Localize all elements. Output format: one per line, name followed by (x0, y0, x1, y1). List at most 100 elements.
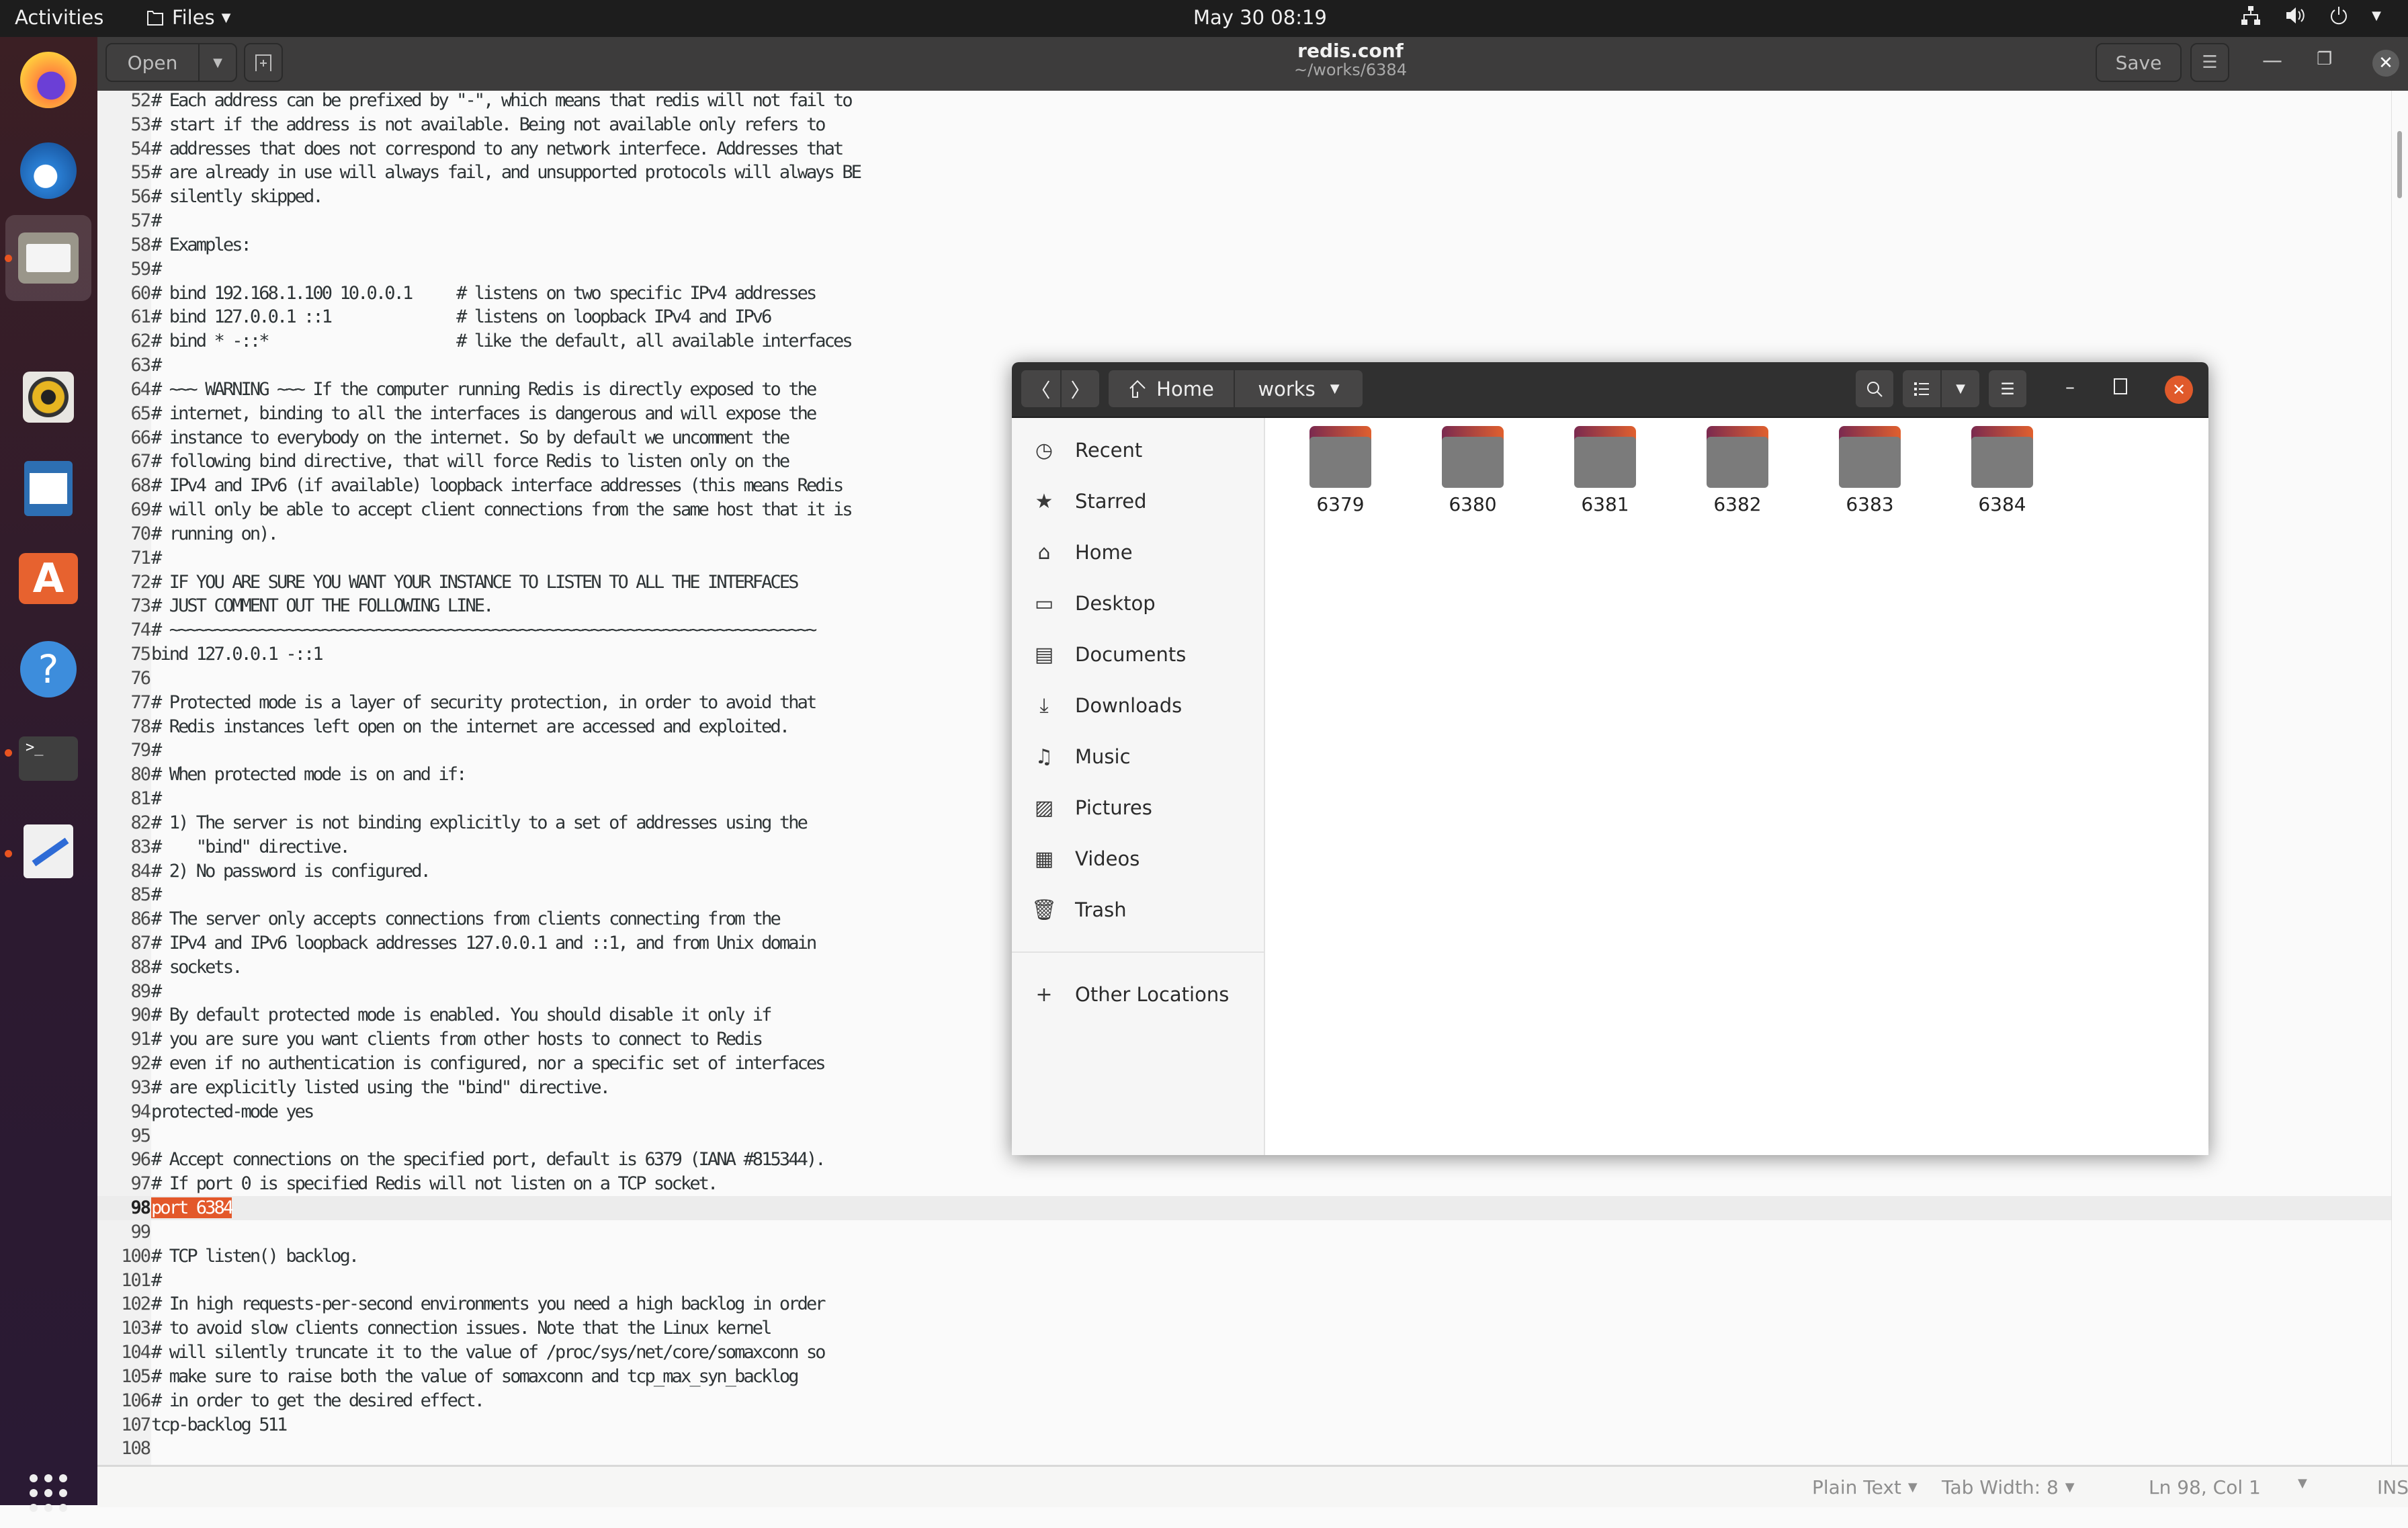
close-button[interactable]: ✕ (2372, 50, 2399, 77)
line-number: 67 (130, 451, 151, 472)
sidebar-item-documents[interactable]: ▤ Documents (1012, 629, 1264, 680)
app-menu[interactable]: Files ▼ (145, 6, 230, 29)
code-line[interactable]: 53# start if the address is not availabl… (97, 113, 2392, 137)
line-text: # will only be able to accept client con… (151, 499, 853, 521)
code-line[interactable]: 99 (97, 1220, 2392, 1244)
search-button[interactable] (1856, 370, 1893, 407)
line-number: 77 (130, 691, 151, 713)
folder-item[interactable]: 6380 (1419, 426, 1526, 515)
sidebar-item-recent[interactable]: ◷ Recent (1012, 425, 1264, 476)
folder-item[interactable]: 6381 (1551, 426, 1659, 515)
sidebar-item-downloads[interactable]: ⤓ Downloads (1012, 680, 1264, 731)
line-text: # running on). (151, 523, 279, 544)
minimize-button[interactable]: — (2262, 49, 2282, 73)
view-list-button[interactable] (1903, 370, 1940, 407)
dock-ubuntu-software[interactable]: A (13, 544, 83, 613)
folder-item[interactable]: 6382 (1684, 426, 1791, 515)
open-button[interactable]: Open (105, 43, 200, 82)
cursor-position[interactable]: Ln 98, Col 1 (2149, 1476, 2261, 1498)
line-text: # even if no authentication is configure… (151, 1053, 826, 1074)
sidebar-item-pictures[interactable]: ▨ Pictures (1012, 782, 1264, 833)
new-tab-button[interactable] (244, 43, 283, 82)
sidebar-item-videos[interactable]: ▦ Videos (1012, 833, 1264, 884)
dock-thunderbird[interactable] (13, 136, 83, 206)
vertical-scrollbar[interactable] (2391, 91, 2408, 1465)
folder-item[interactable]: 6379 (1287, 426, 1394, 515)
code-line[interactable]: 107tcp-backlog 511 (97, 1413, 2392, 1437)
code-line[interactable]: 58# Examples: (97, 233, 2392, 257)
clock[interactable]: May 30 08:19 (1193, 6, 1327, 29)
language-selector[interactable]: Plain Text ▼ (1812, 1476, 1918, 1498)
files-maximize-button[interactable] (2114, 378, 2127, 394)
back-button[interactable]: 〈 (1021, 370, 1060, 407)
view-options-button[interactable]: ▼ (1942, 370, 1979, 407)
code-line[interactable]: 97# If port 0 is specified Redis will no… (97, 1172, 2392, 1196)
files-minimize-button[interactable]: – (2065, 376, 2075, 398)
sidebar-item-label: Desktop (1075, 592, 1156, 615)
code-line[interactable]: 102# In high requests-per-second environ… (97, 1292, 2392, 1316)
path-home[interactable]: Home (1109, 370, 1234, 407)
system-tray[interactable]: ▼ (2240, 5, 2381, 26)
code-line[interactable]: 56# silently skipped. (97, 185, 2392, 209)
sidebar-item-label: Pictures (1075, 796, 1152, 819)
code-line[interactable]: 105# make sure to raise both the value o… (97, 1365, 2392, 1389)
code-line[interactable]: 61# bind 127.0.0.1 ::1 # listens on loop… (97, 305, 2392, 329)
code-line[interactable]: 98port 6384 (97, 1196, 2392, 1220)
chevron-right-icon: 〉 (1070, 378, 1090, 402)
code-line[interactable]: 104# will silently truncate it to the va… (97, 1341, 2392, 1365)
code-line[interactable]: 106# in order to get the desired effect. (97, 1389, 2392, 1413)
position-menu[interactable]: ▼ (2298, 1476, 2307, 1490)
line-text: # are explicitly listed using the "bind"… (151, 1076, 611, 1098)
folder-icon (1309, 426, 1371, 488)
code-line[interactable]: 108 (97, 1437, 2392, 1461)
sidebar-item-starred[interactable]: ★ Starred (1012, 476, 1264, 527)
open-recent-dropdown[interactable]: ▼ (198, 43, 237, 82)
code-line[interactable]: 101# (97, 1269, 2392, 1293)
scrollbar-thumb[interactable] (2397, 131, 2402, 198)
folder-item[interactable]: 6383 (1816, 426, 1924, 515)
line-number: 52 (130, 91, 151, 111)
code-line[interactable]: 60# bind 192.168.1.100 10.0.0.1 # listen… (97, 282, 2392, 306)
dock-libreoffice-writer[interactable] (13, 454, 83, 523)
folder-view[interactable]: 6379 6380 6381 6382 6383 6384 (1265, 418, 2208, 1155)
code-line[interactable]: 62# bind * -::* # like the default, all … (97, 329, 2392, 353)
code-line[interactable]: 54# addresses that does not correspond t… (97, 137, 2392, 161)
activities-button[interactable]: Activities (15, 6, 103, 29)
restore-button[interactable]: ❐ (2317, 49, 2332, 69)
show-applications-button[interactable] (13, 1458, 83, 1528)
dock-terminal[interactable]: >_ (13, 724, 83, 794)
dock-files[interactable] (5, 215, 91, 301)
sidebar-item-other-locations[interactable]: + Other Locations (1012, 969, 1264, 1020)
dock-firefox[interactable] (13, 45, 83, 115)
save-button[interactable]: Save (2096, 43, 2182, 82)
files-menu-button[interactable]: ☰ (1989, 370, 2026, 407)
files-close-button[interactable]: ✕ (2165, 376, 2193, 404)
dock-rhythmbox[interactable] (13, 362, 83, 432)
path-works[interactable]: works ▼ (1235, 370, 1363, 407)
line-number: 56 (130, 186, 151, 208)
menu-button[interactable]: ☰ (2190, 43, 2229, 82)
show-applications-icon (30, 1474, 67, 1512)
forward-button[interactable]: 〉 (1062, 370, 1099, 407)
code-line[interactable]: 52# Each address can be prefixed by "-",… (97, 91, 2392, 113)
sidebar-item-music[interactable]: ♫ Music (1012, 731, 1264, 782)
folder-item[interactable]: 6384 (1948, 426, 2056, 515)
tab-width-selector[interactable]: Tab Width: 8 ▼ (1942, 1476, 2075, 1498)
code-line[interactable]: 59# (97, 257, 2392, 282)
sidebar-item-desktop[interactable]: ▭ Desktop (1012, 578, 1264, 629)
code-line[interactable]: 103# to avoid slow clients connection is… (97, 1316, 2392, 1341)
tab-width-label: Tab Width: 8 (1942, 1476, 2059, 1498)
dock-help[interactable]: ? (13, 634, 83, 704)
text-editor-icon (24, 824, 73, 878)
code-line[interactable]: 55# are already in use will always fail,… (97, 161, 2392, 185)
code-line[interactable]: 57# (97, 209, 2392, 233)
dock-text-editor[interactable] (13, 816, 83, 886)
insert-mode[interactable]: INS (2377, 1476, 2408, 1498)
code-line[interactable]: 100# TCP listen() backlog. (97, 1244, 2392, 1269)
chevron-down-icon: ▼ (213, 55, 222, 70)
line-number: 102 (121, 1293, 151, 1315)
sidebar-item-home[interactable]: ⌂ Home (1012, 527, 1264, 578)
sidebar-item-trash[interactable]: 🗑 Trash (1012, 884, 1264, 935)
line-text: # In high requests-per-second environmen… (151, 1293, 826, 1315)
hamburger-icon: ☰ (2202, 52, 2218, 73)
